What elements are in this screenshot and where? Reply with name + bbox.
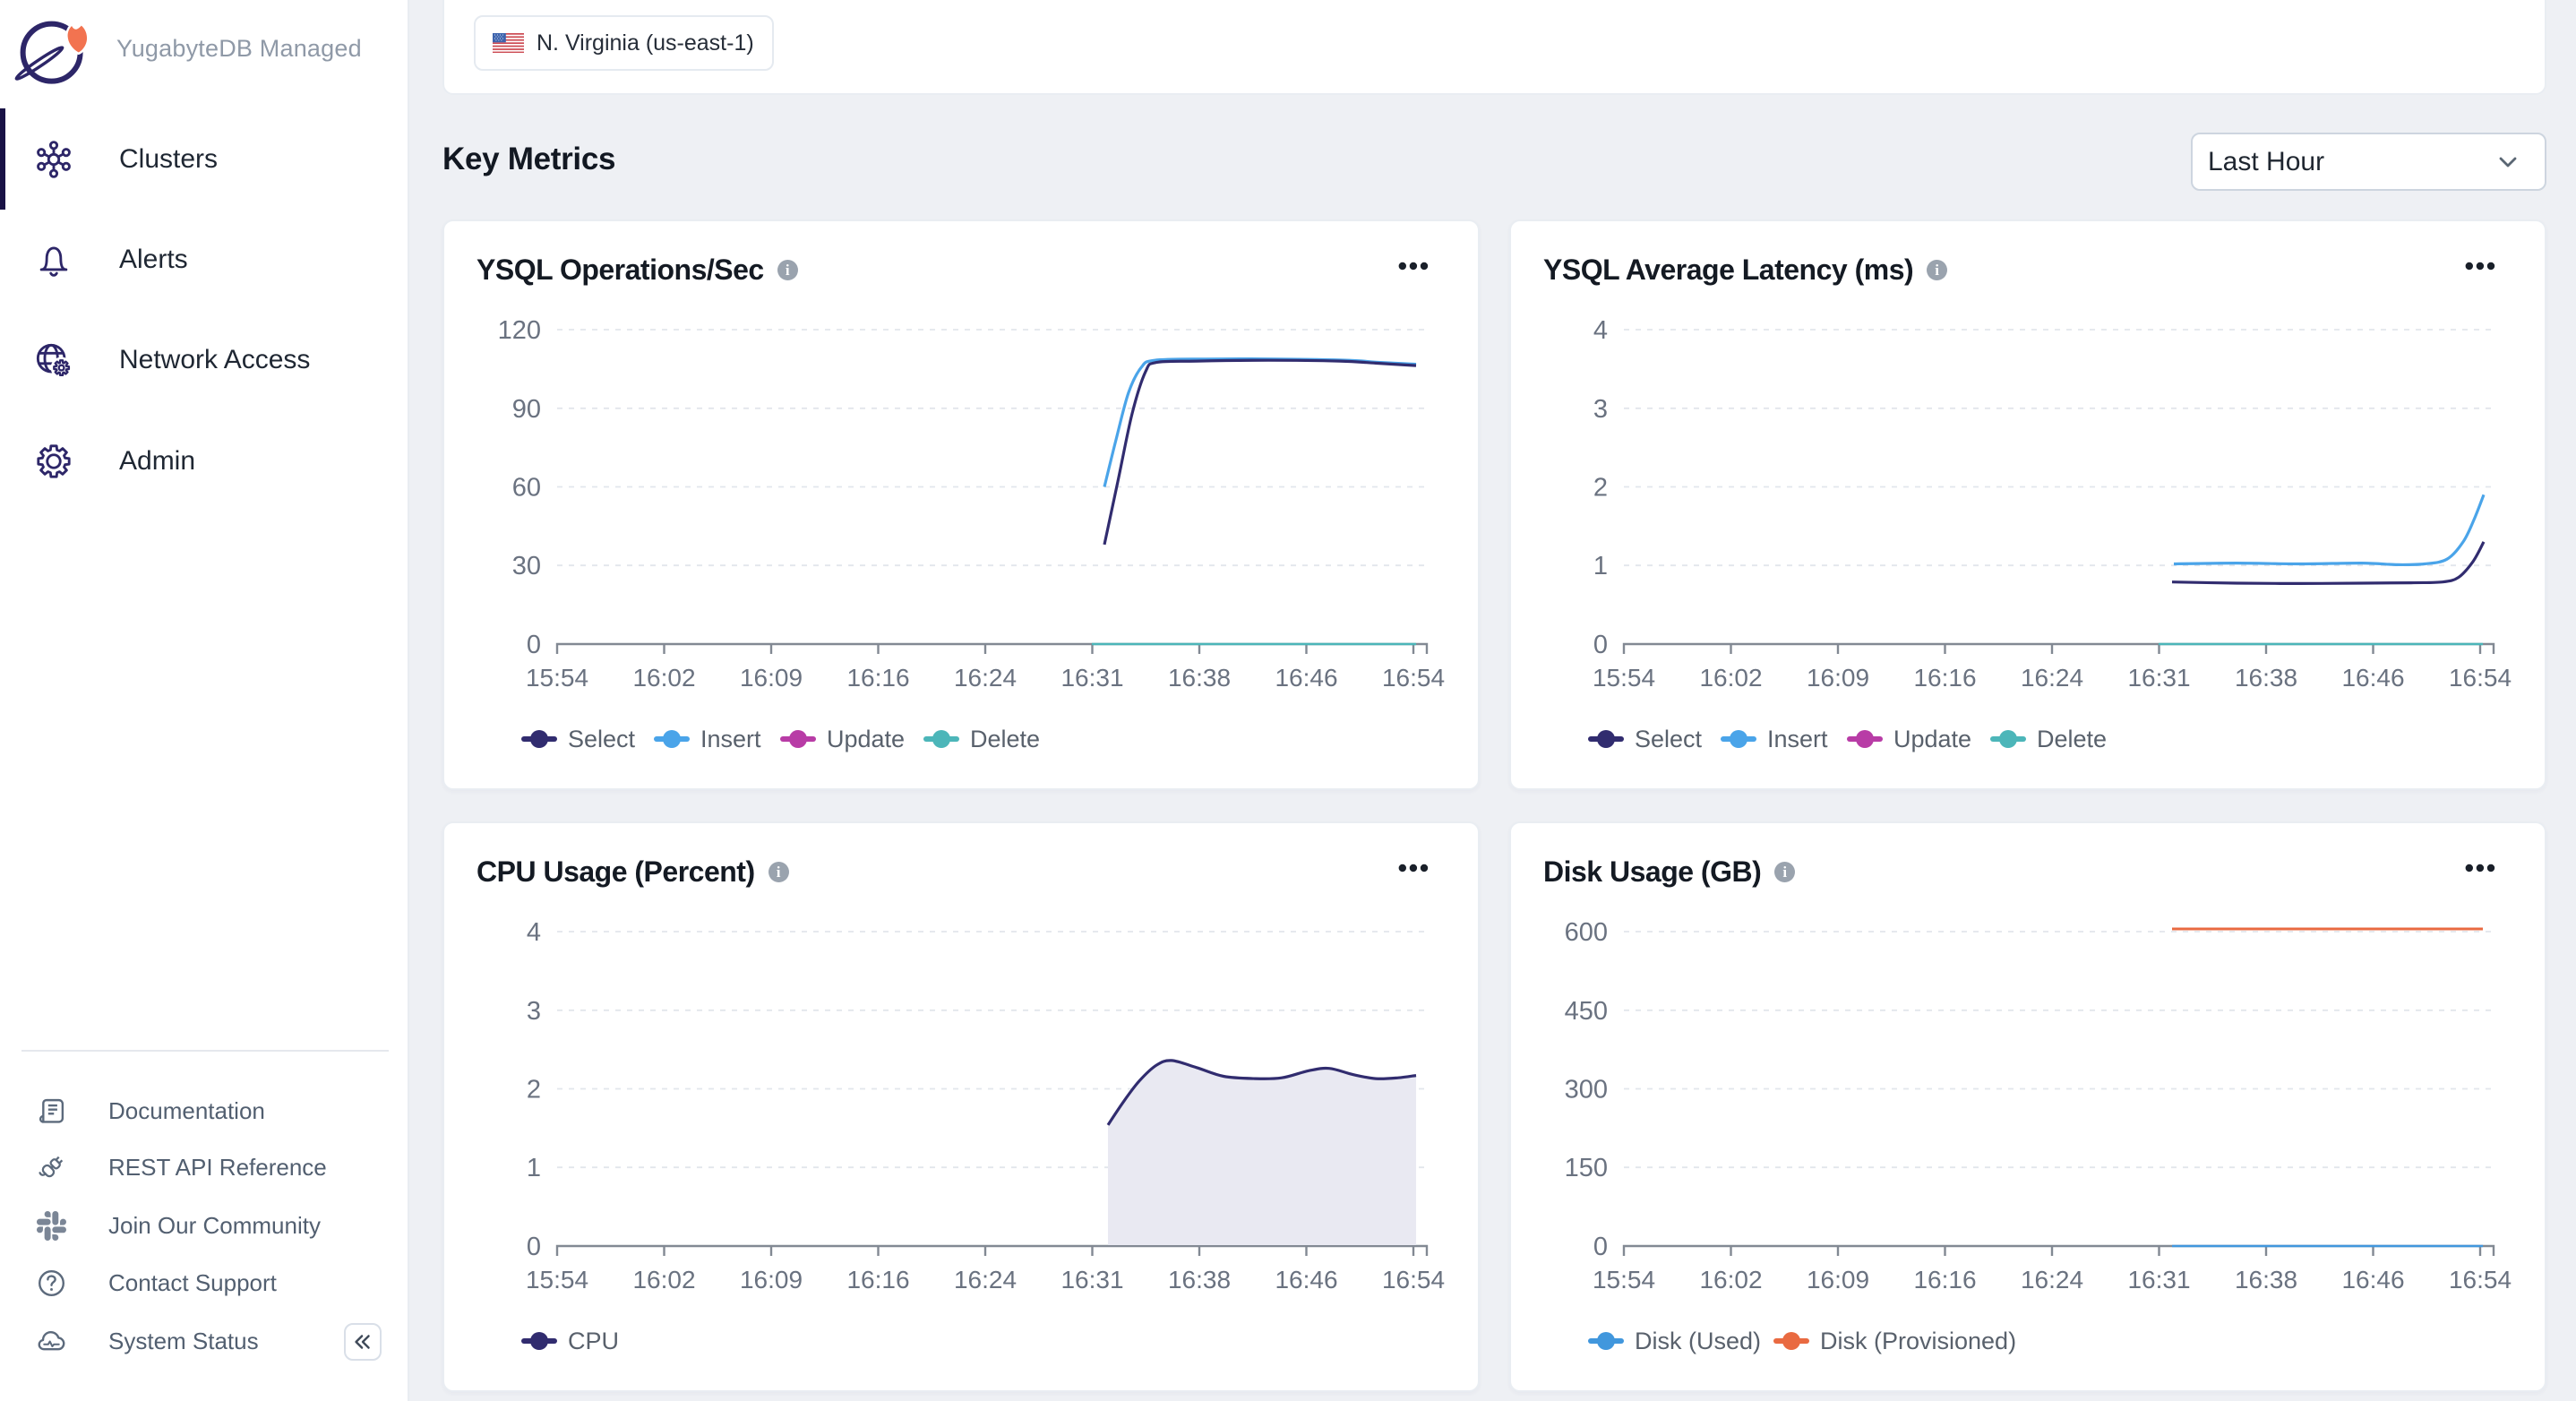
svg-text:16:16: 16:16 <box>846 664 909 692</box>
svg-text:16:38: 16:38 <box>2235 664 2297 692</box>
svg-text:CPU: CPU <box>568 1328 619 1354</box>
svg-text:16:24: 16:24 <box>2021 664 2083 692</box>
svg-text:16:02: 16:02 <box>1699 1266 1762 1294</box>
svg-text:16:31: 16:31 <box>2127 664 2190 692</box>
svg-text:16:09: 16:09 <box>1807 1266 1869 1294</box>
svg-text:16:02: 16:02 <box>632 664 695 692</box>
svg-text:Disk (Provisioned): Disk (Provisioned) <box>1820 1328 2016 1354</box>
svg-text:Delete: Delete <box>2037 726 2107 752</box>
svg-text:60: 60 <box>512 474 541 503</box>
svg-text:16:38: 16:38 <box>1168 1266 1231 1294</box>
svg-text:16:38: 16:38 <box>1168 664 1231 692</box>
svg-text:Select: Select <box>568 726 636 752</box>
svg-text:120: 120 <box>498 316 541 345</box>
svg-text:16:24: 16:24 <box>954 664 1017 692</box>
svg-text:16:31: 16:31 <box>1060 1266 1123 1294</box>
svg-text:16:46: 16:46 <box>1275 664 1337 692</box>
svg-text:16:09: 16:09 <box>740 664 803 692</box>
svg-text:Update: Update <box>1893 726 1971 752</box>
svg-text:4: 4 <box>527 918 541 947</box>
svg-text:Delete: Delete <box>970 726 1040 752</box>
svg-text:2: 2 <box>527 1076 541 1104</box>
svg-text:16:38: 16:38 <box>2235 1266 2297 1294</box>
svg-text:0: 0 <box>1593 1233 1608 1261</box>
svg-text:Disk (Used): Disk (Used) <box>1635 1328 1761 1354</box>
svg-text:600: 600 <box>1565 918 1608 947</box>
svg-text:300: 300 <box>1565 1076 1608 1104</box>
svg-text:1: 1 <box>1593 552 1608 580</box>
svg-text:1: 1 <box>527 1154 541 1182</box>
svg-text:30: 30 <box>512 552 541 580</box>
svg-text:15:54: 15:54 <box>526 664 588 692</box>
svg-text:16:46: 16:46 <box>1275 1266 1337 1294</box>
svg-text:Insert: Insert <box>1767 726 1828 752</box>
svg-text:15:54: 15:54 <box>1593 664 1655 692</box>
svg-text:Update: Update <box>827 726 905 752</box>
svg-text:16:02: 16:02 <box>632 1266 695 1294</box>
svg-text:16:02: 16:02 <box>1699 664 1762 692</box>
svg-text:0: 0 <box>1593 631 1608 659</box>
svg-text:16:31: 16:31 <box>1060 664 1123 692</box>
svg-text:Select: Select <box>1635 726 1703 752</box>
svg-text:3: 3 <box>527 997 541 1026</box>
svg-text:450: 450 <box>1565 997 1608 1026</box>
svg-text:15:54: 15:54 <box>526 1266 588 1294</box>
svg-text:16:46: 16:46 <box>2341 1266 2404 1294</box>
svg-text:16:16: 16:16 <box>1913 664 1976 692</box>
svg-text:16:54: 16:54 <box>2449 664 2512 692</box>
svg-text:16:31: 16:31 <box>2127 1266 2190 1294</box>
svg-text:2: 2 <box>1593 474 1608 503</box>
svg-text:16:09: 16:09 <box>740 1266 803 1294</box>
svg-text:150: 150 <box>1565 1154 1608 1182</box>
svg-text:4: 4 <box>1593 316 1608 345</box>
svg-text:90: 90 <box>512 395 541 424</box>
svg-text:16:54: 16:54 <box>1382 1266 1445 1294</box>
svg-text:3: 3 <box>1593 395 1608 424</box>
svg-text:16:16: 16:16 <box>1913 1266 1976 1294</box>
svg-text:16:09: 16:09 <box>1807 664 1869 692</box>
svg-text:0: 0 <box>527 631 541 659</box>
svg-text:16:54: 16:54 <box>1382 664 1445 692</box>
svg-text:16:24: 16:24 <box>954 1266 1017 1294</box>
svg-text:15:54: 15:54 <box>1593 1266 1655 1294</box>
svg-text:Insert: Insert <box>700 726 761 752</box>
svg-text:16:54: 16:54 <box>2449 1266 2512 1294</box>
svg-text:0: 0 <box>527 1233 541 1261</box>
svg-text:16:46: 16:46 <box>2341 664 2404 692</box>
svg-text:16:16: 16:16 <box>846 1266 909 1294</box>
svg-text:16:24: 16:24 <box>2021 1266 2083 1294</box>
